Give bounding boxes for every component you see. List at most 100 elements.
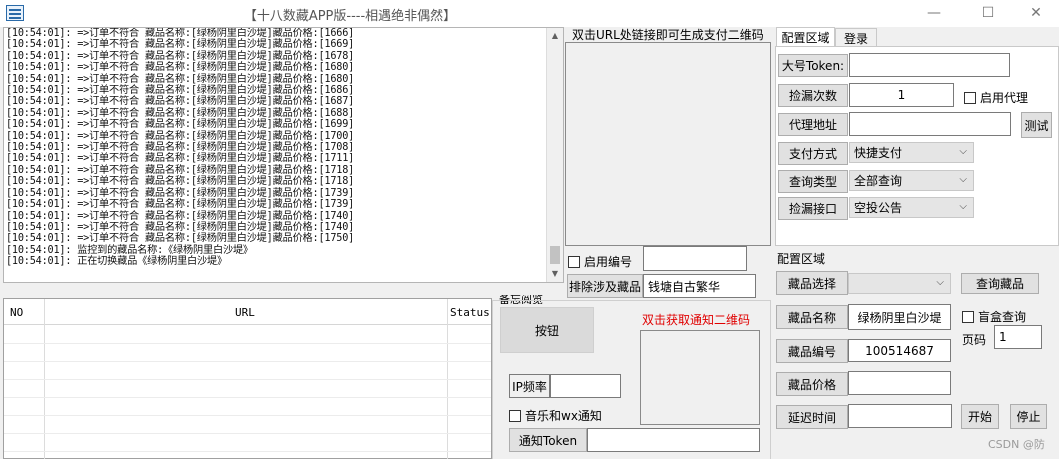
- watermark: CSDN @防: [988, 438, 1045, 451]
- log-line: [10:54:01]: 监控到的藏品名称:《绿杨阴里白沙堤》: [6, 244, 253, 256]
- log-line: [10:54:01]: =>订单不符合 藏品名称:[绿杨阴里白沙堤]藏品价格:[…: [6, 176, 355, 188]
- chevron-down-icon: ⌵: [959, 146, 967, 157]
- delay-time-button[interactable]: 延迟时间: [776, 405, 848, 429]
- log-line: [10:54:01]: =>订单不符合 藏品名称:[绿杨阴里白沙堤]藏品价格:[…: [6, 39, 355, 51]
- page-label: 页码: [962, 333, 987, 347]
- config2-group-label: 配置区域: [777, 252, 826, 266]
- notify-qr-label: 双击获取通知二维码: [642, 313, 751, 327]
- log-line: [10:54:01]: =>订单不符合 藏品名称:[绿杨阴里白沙堤]藏品价格:[…: [6, 210, 355, 222]
- tab-config[interactable]: 配置区域: [776, 27, 835, 47]
- title-bar: 【十八数藏APP版----相遇绝非偶然】 — ☐ ✕: [0, 0, 1059, 27]
- notify-token-button[interactable]: 通知Token: [509, 428, 587, 452]
- pay-method-button[interactable]: 支付方式: [778, 142, 848, 165]
- exclude-collection-input[interactable]: 钱塘自古繁华: [643, 274, 756, 298]
- pay-method-value: 快捷支付: [854, 146, 903, 160]
- scroll-thumb[interactable]: [550, 246, 560, 264]
- ip-freq-label: IP频率: [509, 374, 550, 398]
- pay-qr-title: 双击URL处链接即可生成支付二维码: [572, 28, 764, 42]
- collection-number-button[interactable]: 藏品编号: [776, 339, 848, 363]
- result-grid[interactable]: NO URL Status: [3, 298, 492, 459]
- log-scrollbar[interactable]: ▲ ▼: [546, 28, 563, 282]
- leak-count-input[interactable]: 1: [849, 83, 954, 107]
- query-collection-button[interactable]: 查询藏品: [961, 273, 1039, 294]
- grid-col-url: URL: [235, 306, 255, 319]
- notify-qr-area[interactable]: [640, 330, 760, 425]
- pay-qr-area[interactable]: [565, 42, 771, 246]
- enable-number-input[interactable]: [643, 246, 747, 271]
- grid-col-status: Status: [450, 306, 490, 319]
- music-wx-label: 音乐和wx通知: [525, 409, 602, 423]
- query-type-button[interactable]: 查询类型: [778, 170, 848, 193]
- leak-api-button[interactable]: 捡漏接口: [778, 197, 848, 220]
- scroll-up-icon[interactable]: ▲: [547, 28, 563, 44]
- collection-select-button[interactable]: 藏品选择: [776, 271, 848, 295]
- tab-login[interactable]: 登录: [835, 28, 877, 47]
- exclude-collection-button[interactable]: 排除涉及藏品: [567, 274, 643, 298]
- grid-col-no: NO: [10, 306, 24, 319]
- leak-api-select[interactable]: 空投公告 ⌵: [849, 197, 974, 218]
- blind-box-label: 盲盒查询: [978, 310, 1027, 324]
- log-line: [10:54:01]: =>订单不符合 藏品名称:[绿杨阴里白沙堤]藏品价格:[…: [6, 153, 355, 165]
- log-textarea[interactable]: [10:54:01]: =>订单不符合 藏品名称:[绿杨阴里白沙堤]藏品价格:[…: [3, 27, 564, 283]
- delay-time-input[interactable]: [848, 404, 952, 428]
- collection-price-input[interactable]: [848, 371, 951, 395]
- query-type-select[interactable]: 全部查询 ⌵: [849, 170, 974, 191]
- page-input[interactable]: 1: [994, 325, 1042, 349]
- chevron-down-icon: ⌵: [959, 201, 967, 212]
- notify-token-input[interactable]: [587, 428, 760, 452]
- log-line: [10:54:01]: =>订单不符合 藏品名称:[绿杨阴里白沙堤]藏品价格:[…: [6, 130, 355, 142]
- enable-proxy-checkbox[interactable]: 启用代理: [964, 89, 1028, 106]
- log-line: [10:54:01]: =>订单不符合 藏品名称:[绿杨阴里白沙堤]藏品价格:[…: [6, 233, 355, 245]
- scroll-down-icon[interactable]: ▼: [547, 266, 563, 282]
- log-line: [10:54:01]: =>订单不符合 藏品名称:[绿杨阴里白沙堤]藏品价格:[…: [6, 62, 355, 74]
- checkbox-box[interactable]: [509, 409, 521, 422]
- chevron-down-icon: ⌵: [959, 174, 967, 185]
- collection-name-button[interactable]: 藏品名称: [776, 305, 848, 329]
- enable-number-checkbox[interactable]: 启用编号: [568, 253, 632, 270]
- checkbox-box[interactable]: [964, 91, 976, 104]
- log-line: [10:54:01]: =>订单不符合 藏品名称:[绿杨阴里白沙堤]藏品价格:[…: [6, 73, 355, 85]
- main-token-button[interactable]: 大号Token:: [778, 54, 848, 77]
- main-token-input[interactable]: [849, 53, 1010, 77]
- proxy-address-input[interactable]: [849, 112, 1011, 136]
- collection-price-button[interactable]: 藏品价格: [776, 372, 848, 396]
- log-lines: [10:54:01]: =>订单不符合 藏品名称:[绿杨阴里白沙堤]藏品价格:[…: [6, 28, 545, 268]
- checkbox-box[interactable]: [568, 255, 580, 268]
- pay-method-select[interactable]: 快捷支付 ⌵: [849, 142, 974, 163]
- chevron-down-icon: ⌵: [936, 277, 944, 288]
- log-line: [10:54:01]: =>订单不符合 藏品名称:[绿杨阴里白沙堤]藏品价格:[…: [6, 107, 355, 119]
- log-line: [10:54:01]: =>订单不符合 藏品名称:[绿杨阴里白沙堤]藏品价格:[…: [6, 50, 355, 62]
- minimize-button[interactable]: —: [911, 0, 957, 27]
- blind-box-checkbox[interactable]: 盲盒查询: [962, 308, 1026, 325]
- collection-select[interactable]: ⌵: [848, 273, 951, 294]
- test-proxy-button[interactable]: 测试: [1021, 112, 1052, 138]
- stop-button[interactable]: 停止: [1010, 404, 1047, 429]
- log-line: [10:54:01]: =>订单不符合 藏品名称:[绿杨阴里白沙堤]藏品价格:[…: [6, 142, 355, 154]
- collection-number-input[interactable]: 100514687: [848, 339, 951, 362]
- enable-proxy-label: 启用代理: [980, 91, 1029, 105]
- checkbox-box[interactable]: [962, 310, 974, 323]
- leak-count-button[interactable]: 捡漏次数: [778, 84, 848, 107]
- log-line: [10:54:01]: 正在切换藏品《绿杨阴里白沙堤》: [6, 256, 228, 268]
- ip-freq-input[interactable]: [550, 374, 621, 398]
- music-wx-checkbox[interactable]: 音乐和wx通知: [509, 407, 602, 424]
- window-title: 【十八数藏APP版----相遇绝非偶然】: [243, 9, 457, 24]
- proxy-address-button[interactable]: 代理地址: [778, 113, 848, 136]
- log-line: [10:54:01]: =>订单不符合 藏品名称:[绿杨阴里白沙堤]藏品价格:[…: [6, 28, 355, 39]
- enable-number-label: 启用编号: [584, 255, 633, 269]
- log-line: [10:54:01]: =>订单不符合 藏品名称:[绿杨阴里白沙堤]藏品价格:[…: [6, 85, 355, 97]
- close-button[interactable]: ✕: [1013, 0, 1059, 27]
- start-button[interactable]: 开始: [961, 404, 999, 429]
- collection-name-input[interactable]: 绿杨阴里白沙堤: [848, 304, 951, 330]
- log-line: [10:54:01]: =>订单不符合 藏品名称:[绿杨阴里白沙堤]藏品价格:[…: [6, 199, 355, 211]
- log-line: [10:54:01]: =>订单不符合 藏品名称:[绿杨阴里白沙堤]藏品价格:[…: [6, 221, 355, 233]
- log-line: [10:54:01]: =>订单不符合 藏品名称:[绿杨阴里白沙堤]藏品价格:[…: [6, 96, 355, 108]
- log-line: [10:54:01]: =>订单不符合 藏品名称:[绿杨阴里白沙堤]藏品价格:[…: [6, 164, 355, 176]
- memo-button[interactable]: 按钮: [500, 307, 594, 353]
- log-line: [10:54:01]: =>订单不符合 藏品名称:[绿杨阴里白沙堤]藏品价格:[…: [6, 187, 355, 199]
- leak-api-value: 空投公告: [854, 201, 903, 215]
- maximize-button[interactable]: ☐: [965, 0, 1011, 27]
- query-type-value: 全部查询: [854, 174, 903, 188]
- grid-header: NO URL Status: [4, 299, 491, 325]
- log-line: [10:54:01]: =>订单不符合 藏品名称:[绿杨阴里白沙堤]藏品价格:[…: [6, 119, 355, 131]
